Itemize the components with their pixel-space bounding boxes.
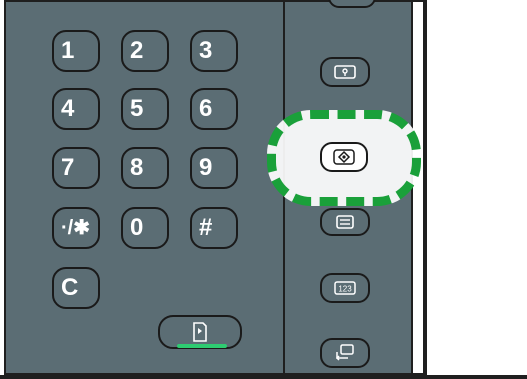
check-status-button[interactable] — [320, 142, 368, 172]
key-5[interactable]: 5 — [121, 88, 169, 130]
key-8-label: 8 — [130, 154, 144, 181]
key-hash[interactable]: # — [190, 207, 238, 249]
key-clear-label: C — [61, 274, 79, 301]
key-3[interactable]: 3 — [190, 30, 238, 72]
key-9[interactable]: 9 — [190, 147, 238, 189]
control-panel: 1 2 3 4 5 6 7 8 9 ·/✱ 0 # C 123 — [0, 0, 527, 379]
key-0[interactable]: 0 — [121, 207, 169, 249]
key-8[interactable]: 8 — [121, 147, 169, 189]
key-star-label: ·/✱ — [61, 217, 90, 239]
counter-label: 123 — [338, 285, 352, 294]
key-0-label: 0 — [130, 214, 144, 241]
key-2-label: 2 — [130, 37, 144, 64]
energy-saver-button[interactable] — [320, 338, 370, 368]
key-4-label: 4 — [61, 95, 75, 122]
key-2[interactable]: 2 — [121, 30, 169, 72]
key-4[interactable]: 4 — [52, 88, 100, 130]
key-button[interactable] — [320, 57, 370, 87]
panel-bottom-edge — [0, 375, 527, 379]
key-9-label: 9 — [199, 154, 213, 181]
key-6-label: 6 — [199, 95, 213, 122]
counter-123-icon: 123 — [334, 281, 356, 295]
key-hash-label: # — [199, 214, 213, 241]
key-6[interactable]: 6 — [190, 88, 238, 130]
display-icon — [336, 215, 354, 229]
start-icon — [192, 322, 208, 342]
display-button[interactable] — [320, 208, 370, 236]
key-5-label: 5 — [130, 95, 144, 122]
key-7[interactable]: 7 — [52, 147, 100, 189]
display-screen — [425, 0, 527, 379]
key-3-label: 3 — [199, 37, 213, 64]
counter-button[interactable]: 123 — [320, 273, 370, 303]
key-1-label: 1 — [61, 37, 75, 64]
panel-divider — [413, 0, 425, 375]
start-indicator-led — [177, 344, 227, 348]
key-icon — [334, 65, 356, 79]
top-side-button[interactable] — [328, 0, 376, 8]
key-1[interactable]: 1 — [52, 30, 100, 72]
key-star[interactable]: ·/✱ — [52, 207, 100, 249]
check-status-icon — [333, 149, 355, 165]
key-clear[interactable]: C — [52, 267, 100, 309]
energy-saver-icon — [334, 344, 356, 362]
key-7-label: 7 — [61, 154, 75, 181]
